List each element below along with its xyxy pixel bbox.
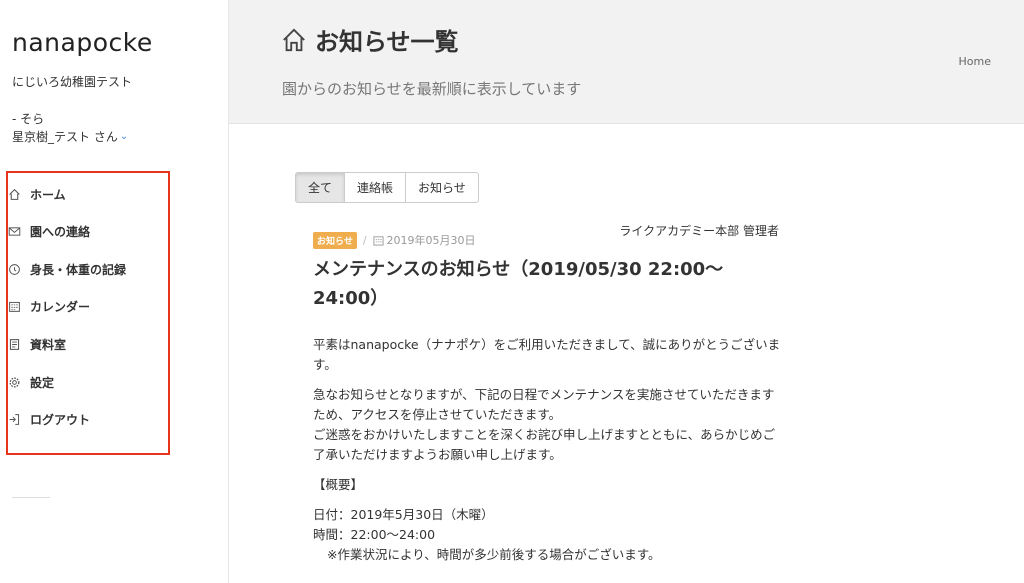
home-icon <box>6 186 22 202</box>
filter-tabs: 全て 連絡帳 お知らせ <box>295 172 479 203</box>
article-paragraph: 急なお知らせとなりますが、下記の日程でメンテナンスを実施させていただきますため、… <box>313 385 783 465</box>
sidebar-item-documents[interactable]: 資料室 <box>6 334 66 354</box>
gear-icon <box>6 374 22 390</box>
school-name: にじいろ幼稚園テスト <box>12 75 133 89</box>
sidebar-item-growth[interactable]: 身長・体重の記録 <box>6 259 126 279</box>
calendar-icon <box>6 298 22 314</box>
article-paragraph: 平素はnanapocke（ナナポケ）をご利用いただきまして、誠にありがとうござい… <box>313 337 781 372</box>
article-text: ご迷惑をおかけいたしますことを深くお詫び申し上げますとともに、あらかじめご了承い… <box>313 427 776 462</box>
sidebar-divider <box>12 497 50 498</box>
home-icon <box>281 26 309 54</box>
breadcrumb[interactable]: Home <box>959 55 991 68</box>
page-title-text: お知らせ一覧 <box>315 28 459 56</box>
meta-separator: / <box>362 233 367 247</box>
article-note: ※作業状況により、時間が多少前後する場合がございます。 <box>327 547 661 562</box>
user-name: 星京樹_テスト さん <box>12 130 118 144</box>
tab-notice[interactable]: お知らせ <box>405 172 479 203</box>
sidebar-item-label: 設定 <box>30 375 55 390</box>
page-title: お知らせ一覧 <box>281 22 459 57</box>
sidebar: nanapocke にじいろ幼稚園テスト - そら 星京樹_テスト さん ⌄ ホ… <box>0 0 229 583</box>
mail-icon <box>6 223 22 239</box>
sidebar-item-logout[interactable]: ログアウト <box>6 409 90 429</box>
article-author: ライクアカデミー本部 管理者 <box>619 224 779 238</box>
article-detail-date: 日付：2019年5月30日（木曜） <box>313 507 494 522</box>
article-detail-time: 時間：22:00〜24:00 <box>313 527 436 542</box>
record-icon <box>6 261 22 277</box>
article-date: 2019年05月30日 <box>373 232 476 248</box>
article-body: 平素はnanapocke（ナナポケ）をご利用いただきまして、誠にありがとうござい… <box>313 335 783 565</box>
sidebar-item-label: 園への連絡 <box>30 224 91 239</box>
notice-article: お知らせ / 2019年05月30日 ライクアカデミー本部 管理者 メンテナンス… <box>313 220 783 565</box>
sidebar-item-contact[interactable]: 園への連絡 <box>6 221 90 241</box>
chevron-down-icon: ⌄ <box>119 131 129 142</box>
page-subtitle: 園からのお知らせを最新順に表示しています <box>282 80 582 98</box>
sidebar-item-settings[interactable]: 設定 <box>6 372 54 392</box>
tab-all[interactable]: 全て <box>295 172 346 203</box>
page-header: お知らせ一覧 園からのお知らせを最新順に表示しています Home <box>229 0 1024 124</box>
child-name: - そら <box>12 112 45 126</box>
article-title: メンテナンスのお知らせ（2019/05/30 22:00〜24:00） <box>313 259 724 309</box>
sidebar-item-label: 資料室 <box>30 337 67 352</box>
sidebar-item-label: カレンダー <box>30 299 91 314</box>
article-text: 急なお知らせとなりますが、下記の日程でメンテナンスを実施させていただきますため、… <box>313 387 775 422</box>
document-icon <box>6 336 22 352</box>
sidebar-item-label: 身長・体重の記録 <box>30 262 127 277</box>
sidebar-item-label: ホーム <box>30 187 66 202</box>
sidebar-item-label: ログアウト <box>30 412 91 427</box>
category-badge: お知らせ <box>313 231 357 249</box>
sidebar-item-calendar[interactable]: カレンダー <box>6 296 90 316</box>
app-logo[interactable]: nanapocke <box>12 28 153 57</box>
calendar-icon <box>373 235 384 246</box>
sidebar-item-home[interactable]: ホーム <box>6 184 66 204</box>
article-date-text: 2019年05月30日 <box>386 234 476 247</box>
logout-icon <box>6 411 22 427</box>
article-section-heading: 【概要】 <box>313 477 364 492</box>
user-menu[interactable]: 星京樹_テスト さん ⌄ <box>12 128 128 145</box>
tab-contact-book[interactable]: 連絡帳 <box>344 172 407 203</box>
